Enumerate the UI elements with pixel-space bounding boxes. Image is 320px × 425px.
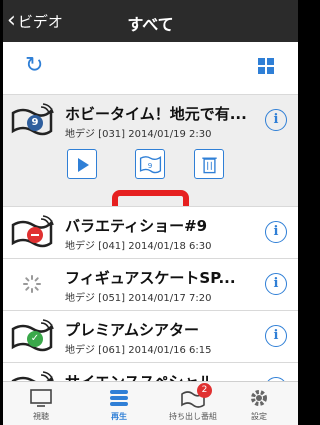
tab-badge: 2 [197, 383, 212, 398]
trash-icon [202, 157, 217, 174]
item-meta: 地デジ [051] 2014/01/17 7:20 [65, 293, 212, 304]
play-button[interactable] [67, 149, 97, 179]
list-item[interactable]: バラエティショー#9 地デジ [041] 2014/01/18 6:30 i [3, 206, 298, 258]
item-meta: 地デジ [061] 2014/01/16 6:15 [65, 345, 212, 356]
tab-label: 持ち出し番組 [169, 412, 217, 421]
tab-bar: 視聴 再生 2 持ち出し番組 設定 [3, 381, 298, 425]
item-meta: 地デジ [031] 2014/01/19 2:30 [65, 129, 212, 140]
item-meta: 地デジ [041] 2014/01/18 6:30 [65, 241, 212, 252]
recording-list: 9 ホビータイム！地元で有... 地デジ [031] 2014/01/19 2:… [3, 94, 298, 414]
list-item[interactable]: フィギュアスケートSP... 地デジ [051] 2014/01/17 7:20… [3, 258, 298, 310]
page-title: すべて [127, 15, 174, 34]
item-title: ホビータイム！地元で有... [65, 105, 247, 123]
tab-label: 再生 [111, 412, 127, 421]
navigation-bar: ‹ ビデオ すべて [3, 0, 298, 42]
list-item[interactable]: ✓ プレミアムシアター 地デジ [061] 2014/01/16 6:15 i [3, 310, 298, 362]
item-title: バラエティショー#9 [65, 217, 208, 235]
tab-take-out[interactable]: 2 持ち出し番組 [163, 383, 223, 422]
toolbar: ↻ [3, 42, 298, 94]
refresh-icon[interactable]: ↻ [25, 54, 49, 78]
loading-spinner-icon [23, 275, 41, 293]
tab-label: 視聴 [33, 412, 49, 421]
channel-badge: 9 [27, 115, 43, 131]
tab-watch[interactable]: 視聴 [11, 386, 71, 422]
tv-icon [11, 386, 71, 410]
item-title: プレミアムシアター [65, 321, 199, 339]
app-screen: ‹ ビデオ すべて ↻ 9 ホビータイム！地元で有... 地デジ [031] 2… [0, 0, 301, 425]
info-button[interactable]: i [265, 221, 287, 243]
list-item[interactable]: 9 ホビータイム！地元で有... 地デジ [031] 2014/01/19 2:… [3, 94, 298, 245]
info-button[interactable]: i [265, 109, 287, 131]
item-title: フィギュアスケートSP... [65, 269, 236, 287]
item-actions: 9 [3, 145, 298, 245]
info-button[interactable]: i [265, 273, 287, 295]
tab-label: 設定 [251, 412, 267, 421]
take-out-icon [163, 386, 223, 410]
list-stack-icon [89, 386, 149, 410]
check-badge-icon: ✓ [27, 331, 43, 347]
tab-playback[interactable]: 再生 [89, 386, 149, 422]
svg-text:9: 9 [148, 161, 153, 170]
take-out-button[interactable]: 9 [135, 149, 165, 179]
take-out-icon: 9 [139, 156, 162, 174]
delete-button[interactable] [194, 149, 224, 179]
error-badge-icon [27, 227, 43, 243]
grid-view-icon[interactable] [258, 58, 274, 74]
tab-settings[interactable]: 設定 [229, 386, 289, 422]
info-button[interactable]: i [265, 325, 287, 347]
gear-icon [229, 386, 289, 410]
